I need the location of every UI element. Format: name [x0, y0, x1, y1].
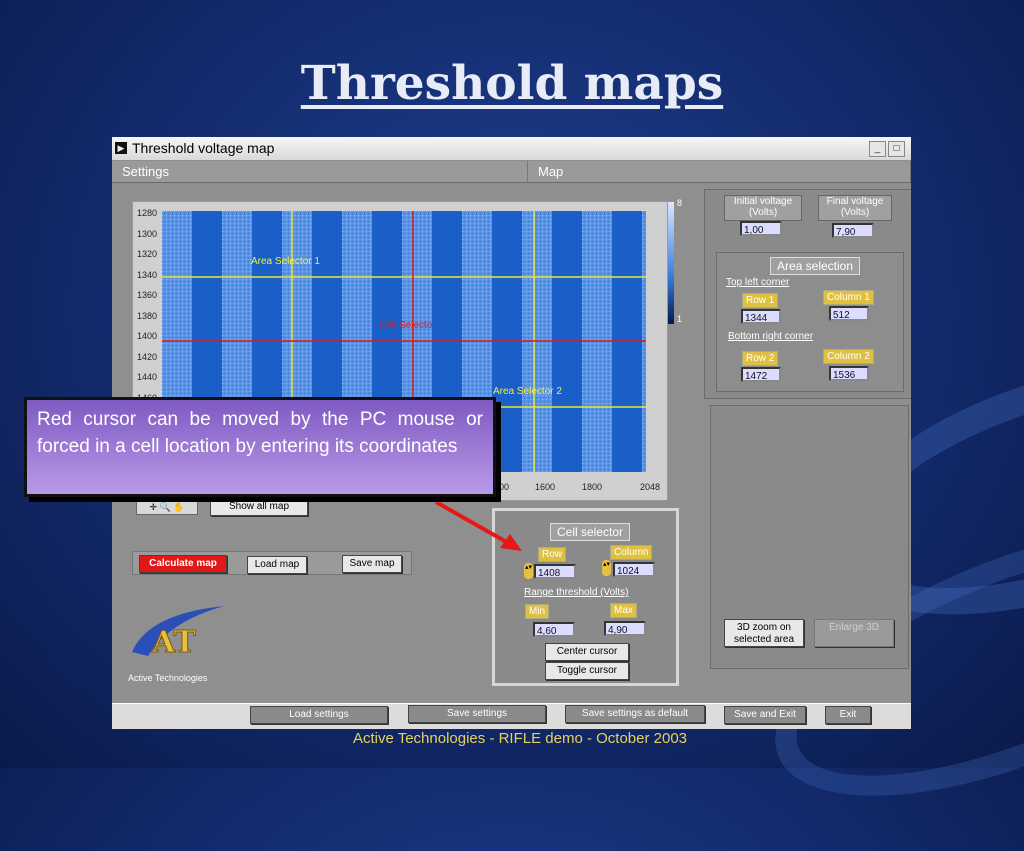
tab-map[interactable]: Map	[528, 161, 911, 183]
maximize-icon[interactable]: □	[888, 141, 905, 157]
load-settings-button[interactable]: Load settings	[250, 706, 388, 724]
y-tick: 1440	[137, 372, 158, 382]
center-cursor-button[interactable]: Center cursor	[545, 643, 629, 661]
minimize-icon[interactable]: _	[869, 141, 886, 157]
bottom-right-corner-label: Bottom right corner	[728, 331, 814, 342]
cell-column-input[interactable]: 1024	[613, 562, 655, 577]
final-voltage-input[interactable]: 7,90	[832, 223, 874, 238]
column-stepper-icon[interactable]: ▴▾	[602, 560, 611, 576]
callout-box: Red cursor can be moved by the PC mouse …	[24, 397, 496, 497]
initial-voltage-input[interactable]: 1,00	[740, 221, 782, 236]
enlarge-3d-button[interactable]: Enlarge 3D	[814, 619, 894, 647]
y-tick: 1420	[137, 352, 158, 362]
show-all-map-button[interactable]: Show all map	[210, 498, 308, 516]
logo-mark-icon: AT	[132, 606, 224, 661]
app-icon: ▶	[115, 142, 127, 154]
pointer-arrow-icon	[435, 500, 522, 551]
column1-input[interactable]: 512	[829, 306, 869, 321]
x-tick: 2048	[640, 482, 661, 492]
save-and-exit-button[interactable]: Save and Exit	[724, 706, 806, 724]
toggle-cursor-button[interactable]: Toggle cursor	[545, 662, 629, 680]
logo-caption: Active Technologies	[128, 673, 208, 683]
max-input[interactable]: 4,90	[604, 621, 646, 636]
cell-selector-title: Cell selector	[550, 523, 630, 541]
cell-row-label: Row	[538, 547, 567, 562]
final-voltage-label: Final voltage (Volts)	[818, 195, 892, 221]
min-label: Min	[525, 604, 550, 619]
row-stepper-icon[interactable]: ▴▾	[524, 563, 533, 579]
area-selector-1-label: Area Selector 1	[251, 256, 320, 267]
column2-input[interactable]: 1536	[829, 366, 869, 381]
max-label: Max	[610, 603, 637, 618]
y-tick: 1300	[137, 229, 158, 239]
company-logo: AT Active Technologies	[128, 602, 228, 683]
range-threshold-label: Range threshold (Volts)	[524, 587, 629, 598]
tab-settings[interactable]: Settings	[112, 161, 528, 183]
slide-footer: Active Technologies - RIFLE demo - Octob…	[352, 730, 688, 747]
save-map-button[interactable]: Save map	[342, 555, 402, 573]
exit-button[interactable]: Exit	[825, 706, 871, 724]
y-tick: 1340	[137, 270, 158, 280]
color-scale	[668, 202, 674, 324]
plot-tools-palette[interactable]: ✛ 🔍 ✋	[136, 499, 198, 515]
area-selection-title: Area selection	[770, 257, 860, 275]
y-tick: 1280	[137, 208, 158, 218]
window-title: Threshold voltage map	[132, 140, 275, 156]
y-tick: 1380	[137, 311, 158, 321]
scale-max-label: 8	[677, 198, 683, 208]
save-settings-default-button[interactable]: Save settings as default	[565, 705, 705, 723]
cell-selector-label: Cell Selector	[379, 320, 436, 331]
column1-label: Column 1	[823, 290, 874, 305]
row2-input[interactable]: 1472	[741, 367, 781, 382]
cell-column-label: Column	[610, 545, 653, 560]
row1-label: Row 1	[742, 293, 779, 308]
callout-text: Red cursor can be moved by the PC mouse …	[37, 409, 483, 457]
x-tick: 1600	[535, 482, 556, 492]
initial-voltage-label: Initial voltage (Volts)	[724, 195, 802, 221]
x-tick: 1800	[582, 482, 603, 492]
area-selector-2-label: Area Selector 2	[493, 386, 562, 397]
slide-title: Threshold maps	[300, 56, 724, 111]
scale-min-label: 1	[677, 314, 683, 324]
row2-label: Row 2	[742, 351, 779, 366]
tab-bar: Settings Map	[112, 160, 911, 185]
top-left-corner-label: Top left corner	[726, 277, 790, 288]
y-tick: 1320	[137, 249, 158, 259]
min-input[interactable]: 4,60	[533, 622, 575, 637]
logo-text: AT	[151, 625, 197, 660]
calculate-map-button[interactable]: Calculate map	[139, 555, 227, 573]
column2-label: Column 2	[823, 349, 874, 364]
save-settings-button[interactable]: Save settings	[408, 705, 546, 723]
cell-row-input[interactable]: 1408	[534, 564, 576, 579]
row1-input[interactable]: 1344	[741, 309, 781, 324]
y-tick: 1400	[137, 331, 158, 341]
load-map-button[interactable]: Load map	[247, 556, 307, 574]
y-tick: 1360	[137, 290, 158, 300]
window-titlebar: ▶ Threshold voltage map _ □	[112, 137, 911, 161]
x-tick: 00	[499, 482, 510, 492]
3d-zoom-button[interactable]: 3D zoom on selected area	[724, 619, 804, 647]
